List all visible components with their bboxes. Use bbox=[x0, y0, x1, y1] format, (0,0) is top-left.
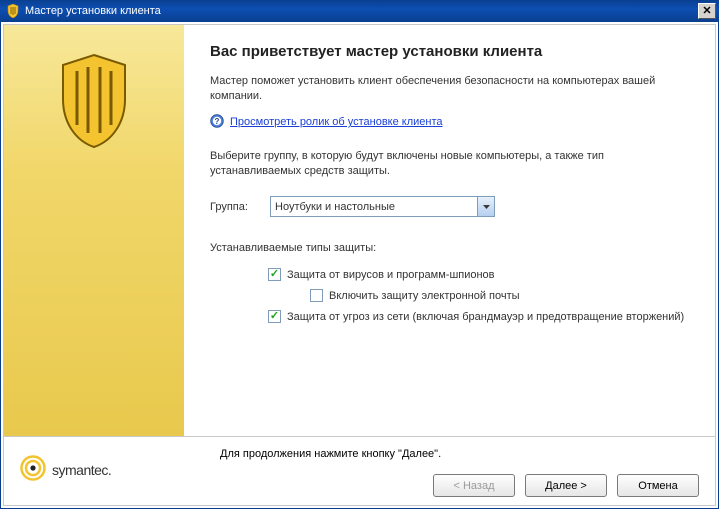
group-label: Группа: bbox=[210, 201, 260, 213]
window-title: Мастер установки клиента bbox=[25, 5, 698, 17]
email-protection-checkbox[interactable] bbox=[310, 289, 323, 302]
back-button: < Назад bbox=[433, 474, 515, 497]
network-threat-checkbox[interactable]: ✓ bbox=[268, 310, 281, 323]
watch-video-link[interactable]: Просмотреть ролик об установке клиента bbox=[230, 116, 443, 128]
symantec-logo-icon bbox=[20, 455, 46, 484]
window-body: Вас приветствует мастер установки клиент… bbox=[0, 22, 719, 509]
close-button[interactable]: ✕ bbox=[698, 3, 716, 19]
help-icon: ? bbox=[210, 114, 224, 131]
shield-icon bbox=[55, 53, 133, 152]
chevron-down-icon bbox=[477, 197, 494, 216]
intro-text: Мастер поможет установить клиент обеспеч… bbox=[210, 74, 693, 104]
network-threat-label: Защита от угроз из сети (включая брандма… bbox=[287, 311, 684, 323]
email-protection-label: Включить защиту электронной почты bbox=[329, 290, 520, 302]
group-select[interactable]: Ноутбуки и настольные bbox=[270, 196, 495, 217]
types-label: Устанавливаемые типы защиты: bbox=[210, 241, 693, 256]
page-title: Вас приветствует мастер установки клиент… bbox=[210, 43, 693, 60]
virus-protection-label: Защита от вирусов и программ-шпионов bbox=[287, 269, 495, 281]
svg-text:?: ? bbox=[215, 117, 220, 126]
next-button[interactable]: Далее > bbox=[525, 474, 607, 497]
shield-icon bbox=[6, 4, 20, 18]
wizard-footer: symantec. Для продолжения нажмите кнопку… bbox=[4, 436, 715, 505]
group-select-value: Ноутбуки и настольные bbox=[275, 201, 395, 213]
titlebar: Мастер установки клиента ✕ bbox=[0, 0, 719, 22]
virus-protection-checkbox[interactable]: ✓ bbox=[268, 268, 281, 281]
wizard-main: Вас приветствует мастер установки клиент… bbox=[184, 25, 715, 436]
wizard-sidebar bbox=[4, 25, 184, 436]
brand-text: symantec. bbox=[52, 462, 111, 478]
continue-hint: Для продолжения нажмите кнопку "Далее". bbox=[220, 447, 705, 462]
instruction-text: Выберите группу, в которую будут включен… bbox=[210, 149, 693, 179]
cancel-button[interactable]: Отмена bbox=[617, 474, 699, 497]
